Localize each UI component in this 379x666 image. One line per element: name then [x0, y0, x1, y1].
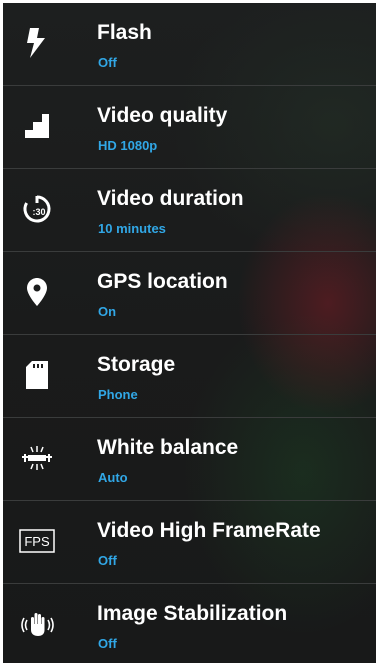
setting-video-duration[interactable]: :30 Video duration 10 minutes — [3, 169, 376, 252]
stabilization-hand-icon — [17, 606, 57, 642]
setting-gps-location[interactable]: GPS location On — [3, 252, 376, 335]
setting-storage[interactable]: Storage Phone — [3, 335, 376, 418]
sd-card-icon — [17, 357, 57, 393]
setting-white-balance[interactable]: White balance Auto — [3, 418, 376, 501]
setting-image-stabilization[interactable]: Image Stabilization Off — [3, 584, 376, 663]
setting-value: On — [98, 304, 117, 319]
location-pin-icon — [17, 274, 57, 310]
setting-title: Storage — [97, 353, 176, 376]
setting-title: GPS location — [97, 270, 228, 293]
flash-icon — [17, 25, 57, 61]
svg-text::30: :30 — [32, 207, 45, 217]
camera-settings-panel: Flash Off Video quality HD 1080p :30 Vid… — [0, 0, 379, 666]
setting-value: HD 1080p — [98, 138, 158, 153]
signal-steps-icon — [17, 108, 57, 144]
setting-value: Off — [98, 553, 117, 568]
fluorescent-light-icon — [17, 440, 57, 476]
fps-icon-label: FPS — [24, 534, 50, 549]
setting-title: Video quality — [97, 104, 228, 127]
setting-value: Phone — [98, 387, 138, 402]
setting-value: Off — [98, 636, 117, 651]
setting-title: White balance — [97, 436, 239, 459]
setting-value: 10 minutes — [98, 221, 166, 236]
setting-video-quality[interactable]: Video quality HD 1080p — [3, 86, 376, 169]
setting-video-high-framerate[interactable]: FPS Video High FrameRate Off — [3, 501, 376, 584]
setting-value: Auto — [98, 470, 128, 485]
setting-flash[interactable]: Flash Off — [3, 3, 376, 86]
timer-icon: :30 — [17, 191, 57, 227]
setting-value: Off — [98, 55, 117, 70]
fps-icon: FPS — [17, 523, 57, 559]
setting-title: Flash — [97, 21, 152, 44]
setting-title: Video duration — [97, 187, 244, 210]
setting-title: Image Stabilization — [97, 602, 288, 625]
setting-title: Video High FrameRate — [97, 519, 321, 542]
